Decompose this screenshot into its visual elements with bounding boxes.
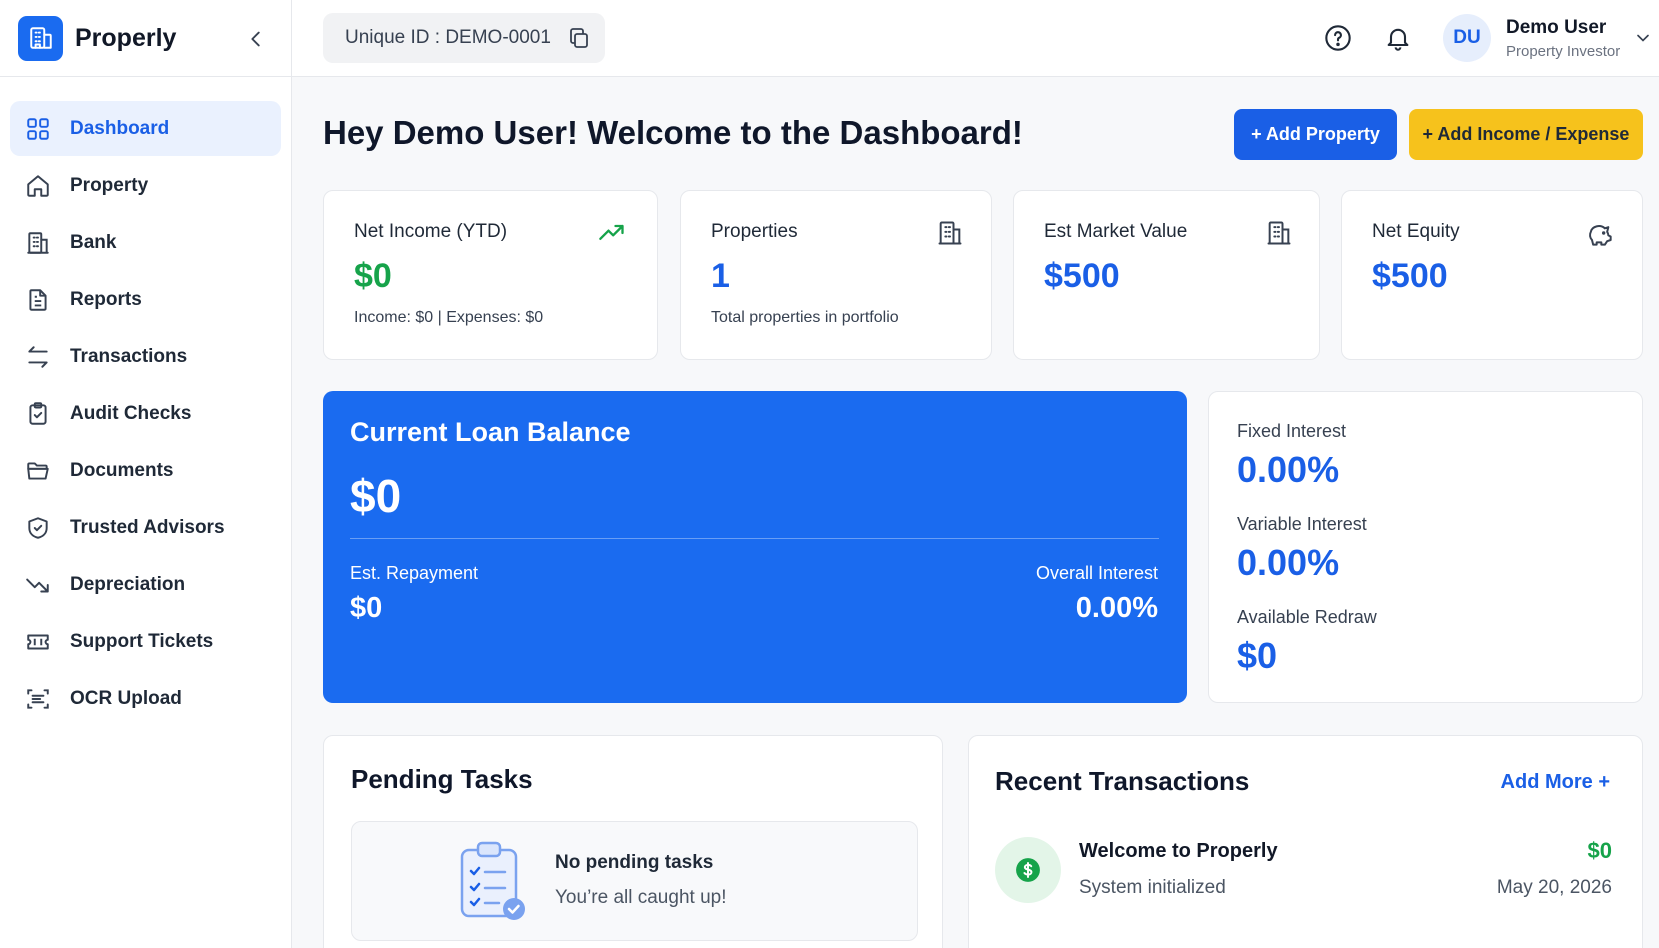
- piggy-bank-icon: [1589, 225, 1612, 246]
- stat-value: $0: [354, 257, 392, 295]
- fixed-interest-value: 0.00%: [1237, 449, 1340, 490]
- repayment-label: Est. Repayment: [350, 563, 479, 583]
- stat-card-est-market-value: Est Market Value $500: [1013, 190, 1320, 360]
- loan-value: $0: [350, 470, 402, 522]
- recent-transactions-card: Recent Transactions Add More + Welcome t…: [968, 735, 1643, 948]
- stat-value: $500: [1044, 257, 1120, 295]
- empty-subtitle: You’re all caught up!: [555, 887, 727, 908]
- transaction-title: Welcome to Properly: [1079, 840, 1278, 862]
- trend-up-icon: [599, 224, 624, 240]
- clipboard-checklist-icon: [460, 841, 525, 920]
- sidebar-item-ocr-upload[interactable]: OCR Upload: [10, 671, 281, 726]
- sidebar-item-support-tickets[interactable]: Support Tickets: [10, 614, 281, 669]
- add-more-link[interactable]: Add More +: [1501, 771, 1610, 794]
- topbar: Unique ID : DEMO-0001 DU Demo User Prope…: [292, 0, 1659, 77]
- available-redraw-value: $0: [1237, 635, 1278, 676]
- sidebar-item-label: Audit Checks: [70, 402, 192, 424]
- transaction-date: May 20, 2026: [1496, 877, 1612, 898]
- stat-label: Net Income (YTD): [354, 221, 508, 242]
- brand: Properly: [0, 0, 291, 77]
- page-title: Hey Demo User! Welcome to the Dashboard!: [323, 114, 1023, 151]
- scan-icon: [24, 685, 52, 713]
- sidebar-item-property[interactable]: Property: [10, 158, 281, 213]
- loan-title: Current Loan Balance: [350, 417, 631, 447]
- sidebar-item-label: Documents: [70, 459, 174, 481]
- copy-icon[interactable]: [567, 26, 591, 50]
- building-icon: [1267, 221, 1291, 245]
- home-icon: [24, 172, 52, 200]
- stat-card-net-income: Net Income (YTD) $0 Income: $0 | Expense…: [323, 190, 658, 360]
- sidebar-item-label: Support Tickets: [70, 630, 214, 652]
- stat-card-properties: Properties 1 Total properties in portfol…: [680, 190, 992, 360]
- brand-name: Properly: [75, 23, 177, 52]
- sidebar-item-label: OCR Upload: [70, 687, 182, 709]
- document-icon: [24, 286, 52, 314]
- stat-value: $500: [1372, 257, 1448, 295]
- sidebar-item-transactions[interactable]: Transactions: [10, 329, 281, 384]
- folder-icon: [24, 457, 52, 485]
- user-role: Property Investor: [1506, 43, 1621, 60]
- trend-down-icon: [24, 571, 52, 599]
- stat-label: Properties: [711, 221, 798, 242]
- transaction-subtitle: System initialized: [1079, 877, 1226, 898]
- repayment-value: $0: [350, 592, 383, 624]
- sidebar-item-reports[interactable]: Reports: [10, 272, 281, 327]
- ticket-icon: [24, 628, 52, 656]
- pending-tasks-card: Pending Tasks No pending tasks You’re al…: [323, 735, 943, 948]
- section-title: Pending Tasks: [351, 764, 533, 794]
- overall-interest-value: 0.00%: [1075, 592, 1158, 624]
- bell-icon[interactable]: [1384, 24, 1412, 52]
- sidebar-item-documents[interactable]: Documents: [10, 443, 281, 498]
- variable-interest-value: 0.00%: [1237, 542, 1340, 583]
- sidebar-item-label: Depreciation: [70, 573, 186, 595]
- loan-balance-card: Current Loan Balance $0 Est. Repayment $…: [323, 391, 1187, 703]
- section-title: Recent Transactions: [995, 766, 1250, 796]
- clipboard-check-icon: [24, 400, 52, 428]
- available-redraw-label: Available Redraw: [1237, 607, 1377, 627]
- dollar-icon: [995, 837, 1061, 903]
- user-name[interactable]: Demo User: [1506, 17, 1606, 39]
- stat-label: Net Equity: [1372, 221, 1460, 242]
- sidebar-item-dashboard[interactable]: Dashboard: [10, 101, 281, 156]
- stat-label: Est Market Value: [1044, 221, 1188, 242]
- sidebar-item-label: Property: [70, 174, 149, 196]
- building-logo-icon[interactable]: [18, 15, 63, 61]
- stat-sub: Income: $0 | Expenses: $0: [354, 309, 544, 326]
- sidebar-item-bank[interactable]: Bank: [10, 215, 281, 270]
- variable-interest-label: Variable Interest: [1237, 514, 1367, 534]
- shield-check-icon: [24, 514, 52, 542]
- stat-value: 1: [711, 257, 730, 295]
- chevron-down-icon[interactable]: [1633, 28, 1653, 48]
- fixed-interest-label: Fixed Interest: [1237, 421, 1347, 441]
- avatar[interactable]: DU: [1443, 14, 1491, 62]
- overall-interest-label: Overall Interest: [1035, 563, 1158, 583]
- stat-card-net-equity: Net Equity $500: [1341, 190, 1643, 360]
- building-icon: [938, 221, 962, 245]
- sidebar-item-label: Reports: [70, 288, 142, 310]
- sidebar-item-depreciation[interactable]: Depreciation: [10, 557, 281, 612]
- building-icon: [24, 229, 52, 257]
- grid-icon: [24, 115, 52, 143]
- sidebar-nav: Dashboard Property Bank Reports Transact…: [0, 77, 291, 726]
- unique-id-text: Unique ID : DEMO-0001: [345, 27, 551, 48]
- unique-id-chip: Unique ID : DEMO-0001: [323, 13, 605, 63]
- chevron-left-icon[interactable]: [245, 28, 267, 50]
- add-income-expense-button[interactable]: + Add Income / Expense: [1409, 109, 1643, 160]
- empty-state: No pending tasks You’re all caught up!: [351, 821, 918, 941]
- help-icon[interactable]: [1324, 24, 1352, 52]
- sidebar-item-trusted-advisors[interactable]: Trusted Advisors: [10, 500, 281, 555]
- arrows-icon: [24, 343, 52, 371]
- sidebar-item-audit-checks[interactable]: Audit Checks: [10, 386, 281, 441]
- sidebar-item-label: Dashboard: [70, 117, 170, 139]
- sidebar-item-label: Bank: [70, 231, 117, 253]
- add-property-button[interactable]: + Add Property: [1234, 109, 1397, 160]
- sidebar-item-label: Trusted Advisors: [70, 516, 225, 538]
- stat-sub: Total properties in portfolio: [711, 309, 899, 326]
- interest-rates-card: Fixed Interest 0.00% Variable Interest 0…: [1208, 391, 1643, 703]
- empty-title: No pending tasks: [555, 852, 714, 873]
- sidebar: Properly Dashboard Property Bank Reports…: [0, 0, 292, 948]
- sidebar-item-label: Transactions: [70, 345, 188, 367]
- transaction-amount: $0: [1587, 838, 1612, 863]
- divider: [350, 538, 1159, 539]
